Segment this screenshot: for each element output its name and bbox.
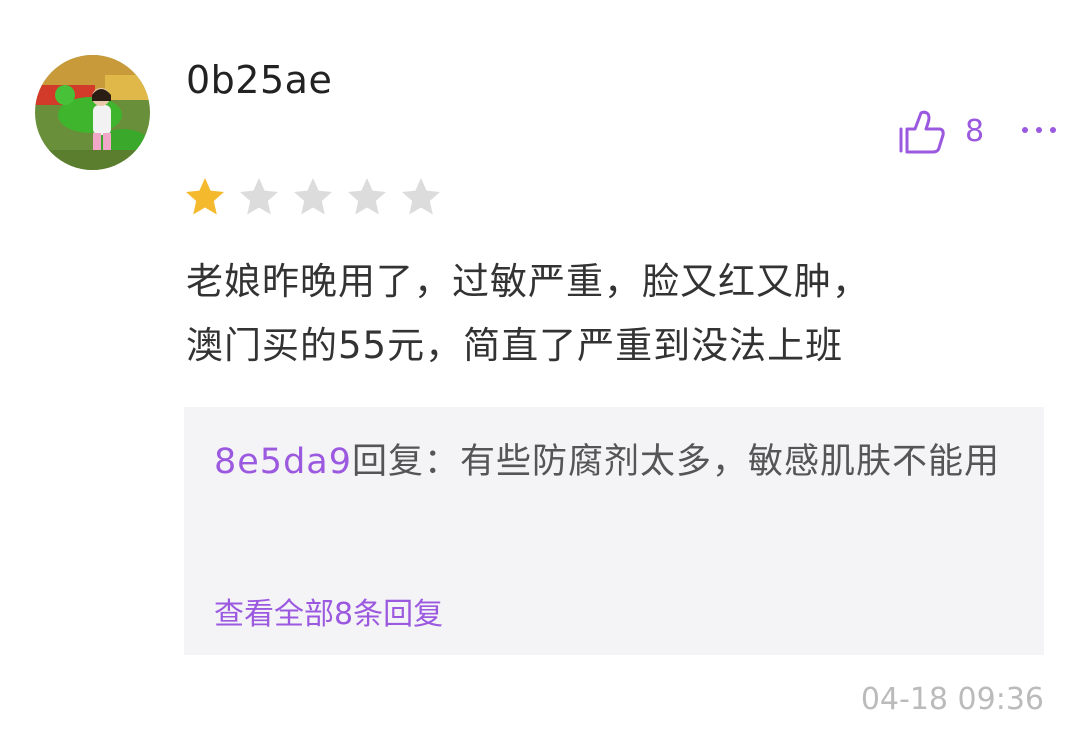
star-icon [240, 178, 278, 215]
comment-text: 老娘昨晚用了，过敏严重，脸又红又肿， 澳门买的55元，简直了严重到没法上班 [186, 250, 1046, 378]
star-rating [184, 176, 454, 218]
more-button[interactable] [1016, 112, 1062, 148]
view-all-replies-link[interactable]: 查看全部8条回复 [214, 595, 443, 635]
reply-text: 回复：有些防腐剂太多，敏感肌肤不能用 [352, 442, 1001, 482]
star-icon [294, 178, 332, 215]
comment-text-line: 澳门买的55元，简直了严重到没法上班 [186, 324, 844, 367]
avatar[interactable] [35, 55, 150, 170]
username[interactable]: 0b25ae [186, 56, 332, 104]
like-count: 8 [965, 114, 985, 149]
star-icon [402, 178, 440, 215]
reply-username[interactable]: 8e5da9 [214, 442, 352, 482]
avatar-photo [35, 55, 150, 170]
reply-box: 8e5da9回复：有些防腐剂太多，敏感肌肤不能用 查看全部8条回复 [184, 407, 1044, 655]
more-dots-icon [1022, 127, 1056, 133]
comment-text-line: 老娘昨晚用了，过敏严重，脸又红又肿， [186, 260, 870, 303]
comment-timestamp: 04-18 09:36 [860, 682, 1044, 717]
star-icon [186, 178, 224, 215]
comment-card: 0b25ae 8 老娘昨晚用了，过敏严重，脸又红又肿， 澳门买的55元，简直了严… [0, 0, 1079, 749]
thumbs-up-icon [899, 110, 945, 154]
reply-preview: 8e5da9回复：有些防腐剂太多，敏感肌肤不能用 [214, 435, 1004, 490]
star-icon [348, 178, 386, 215]
like-button[interactable]: 8 [897, 106, 984, 158]
